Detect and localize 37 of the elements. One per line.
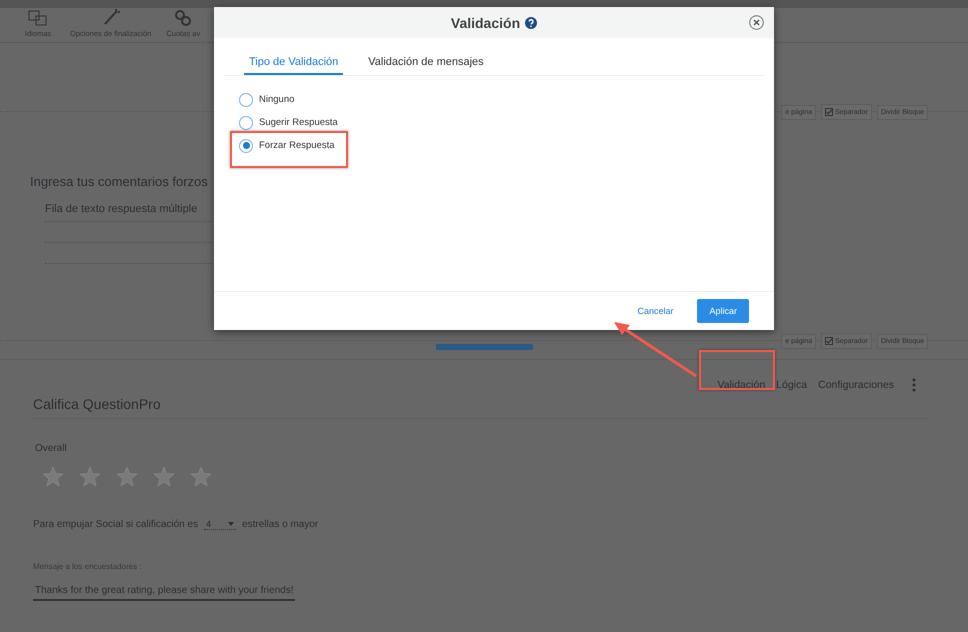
- option-label[interactable]: Forzar Respuesta: [259, 140, 335, 151]
- radio-button[interactable]: [239, 92, 253, 106]
- apply-button[interactable]: Aplicar: [697, 299, 749, 323]
- kebab-menu-icon[interactable]: [912, 378, 916, 392]
- translate-icon: [28, 10, 48, 26]
- dialog-title: Validación: [450, 14, 520, 30]
- rule-text: Para empujar Social si calificación es: [33, 519, 198, 530]
- magic-wand-icon: [102, 8, 120, 26]
- help-icon[interactable]: [525, 16, 538, 28]
- question-title: Califica QuestionPro: [33, 396, 928, 419]
- rule-text: estrellas o mayor: [242, 519, 318, 530]
- question-action-link[interactable]: Configuraciones: [818, 379, 894, 391]
- question-action-link[interactable]: Lógica: [776, 379, 808, 391]
- question-title: Ingresa tus comentarios forzos: [30, 174, 209, 189]
- checkbox-icon: [825, 108, 834, 116]
- caret-icon: [228, 522, 234, 526]
- star-icon[interactable]: [117, 467, 137, 486]
- radio-button[interactable]: [239, 138, 253, 152]
- question-action-link[interactable]: Validación: [717, 379, 766, 391]
- add-button[interactable]: [436, 344, 532, 350]
- star-icon[interactable]: [80, 467, 100, 486]
- option-label[interactable]: Sugerir Respuesta: [259, 117, 338, 128]
- radio-button[interactable]: [239, 116, 253, 130]
- option-label[interactable]: Ninguno: [259, 94, 294, 105]
- checkbox-icon: [825, 337, 834, 345]
- star-icon[interactable]: [154, 467, 174, 486]
- rating-select[interactable]: 4: [204, 519, 236, 530]
- link-icon: [175, 10, 192, 26]
- star-icon[interactable]: [43, 467, 63, 486]
- cancel-button[interactable]: Cancelar: [631, 305, 680, 317]
- close-icon[interactable]: [749, 15, 764, 30]
- message-field[interactable]: Thanks for the great rating, please share with your friends!: [33, 585, 296, 601]
- rating-label: Overall: [35, 443, 68, 454]
- dialog-tab[interactable]: Validación de mensajes: [363, 53, 489, 75]
- star-rating[interactable]: [43, 467, 211, 486]
- star-icon[interactable]: [191, 467, 211, 486]
- dialog-tab[interactable]: Tipo de Validación: [244, 53, 344, 75]
